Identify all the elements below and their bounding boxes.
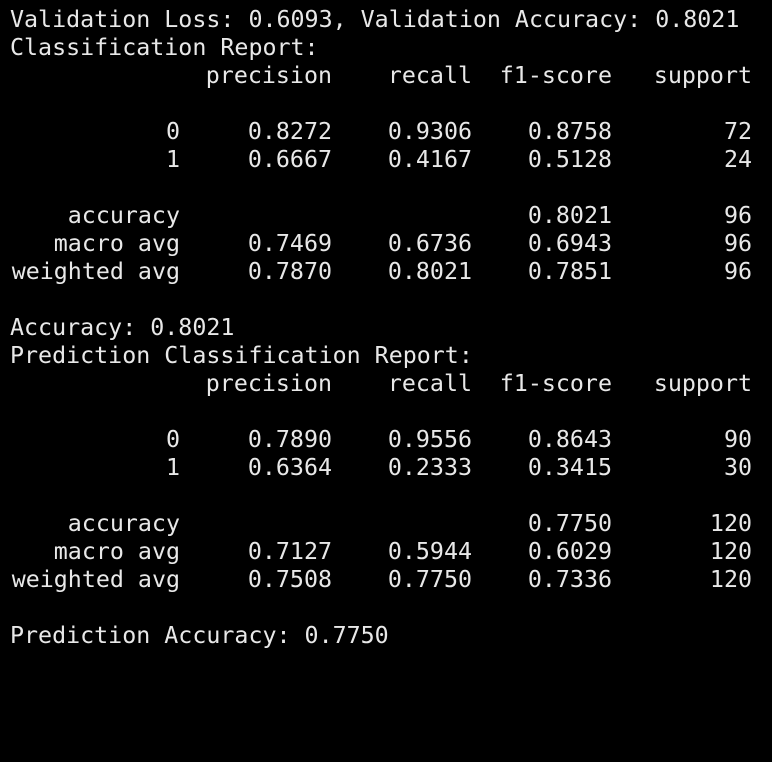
row-label: macro avg (53, 538, 180, 565)
row-recall: 0.9306 (387, 118, 472, 145)
row-f1: 0.8021 (527, 202, 612, 229)
row-precision: 0.7870 (247, 258, 332, 285)
row-support: 120 (709, 538, 752, 565)
row-recall: 0.2333 (387, 454, 472, 481)
accuracy-line: Accuracy: 0.8021 (10, 314, 235, 341)
validation-line: Validation Loss: 0.6093, Validation Accu… (10, 6, 740, 33)
table-row-weighted-avg: weighted avg 0.7508 0.7750 0.7336 120 (10, 566, 772, 594)
table-row: 0 0.7890 0.9556 0.8643 90 (10, 426, 772, 454)
row-recall: 0.5944 (387, 538, 472, 565)
row-precision: 0.7890 (247, 426, 332, 453)
table-row-macro-avg: macro avg 0.7127 0.5944 0.6029 120 (10, 538, 772, 566)
table-row-accuracy: accuracy 0.7750 120 (10, 510, 772, 538)
row-f1: 0.7336 (527, 566, 612, 593)
row-support: 120 (709, 566, 752, 593)
header-recall: recall (387, 62, 472, 89)
table-row-accuracy: accuracy 0.8021 96 (10, 202, 772, 230)
terminal-output: Validation Loss: 0.6093, Validation Accu… (0, 0, 772, 650)
header-support: support (653, 62, 752, 89)
row-label: accuracy (67, 202, 180, 229)
row-f1: 0.7750 (527, 510, 612, 537)
header-precision: precision (205, 370, 332, 397)
row-support: 96 (723, 258, 752, 285)
row-f1: 0.5128 (527, 146, 612, 173)
row-recall: 0.8021 (387, 258, 472, 285)
table-row: 1 0.6667 0.4167 0.5128 24 (10, 146, 772, 174)
row-precision: 0.7508 (247, 566, 332, 593)
row-support: 90 (723, 426, 752, 453)
report1-title: Classification Report: (10, 34, 319, 61)
row-f1: 0.8758 (527, 118, 612, 145)
row-label: accuracy (67, 510, 180, 537)
row-precision: 0.7127 (247, 538, 332, 565)
prediction-accuracy-line: Prediction Accuracy: 0.7750 (10, 622, 389, 649)
row-precision: 0.8272 (247, 118, 332, 145)
header-f1-score: f1-score (499, 62, 612, 89)
row-recall: 0.4167 (387, 146, 472, 173)
row-precision: 0.6667 (247, 146, 332, 173)
row-f1: 0.6943 (527, 230, 612, 257)
row-recall: 0.9556 (387, 426, 472, 453)
table-row-macro-avg: macro avg 0.7469 0.6736 0.6943 96 (10, 230, 772, 258)
row-recall: 0.6736 (387, 230, 472, 257)
row-label: weighted avg (11, 258, 180, 285)
header-f1-score: f1-score (499, 370, 612, 397)
header-support: support (653, 370, 752, 397)
row-label: 0 (165, 426, 180, 453)
table-row: 1 0.6364 0.2333 0.3415 30 (10, 454, 772, 482)
row-support: 24 (723, 146, 752, 173)
report1-header-row: precision recall f1-score support (10, 62, 772, 90)
row-f1: 0.7851 (527, 258, 612, 285)
report2-header-row: precision recall f1-score support (10, 370, 772, 398)
row-support: 72 (723, 118, 752, 145)
report2-title: Prediction Classification Report: (10, 342, 473, 369)
header-precision: precision (205, 62, 332, 89)
row-recall: 0.7750 (387, 566, 472, 593)
row-f1: 0.3415 (527, 454, 612, 481)
table-row-weighted-avg: weighted avg 0.7870 0.8021 0.7851 96 (10, 258, 772, 286)
row-f1: 0.8643 (527, 426, 612, 453)
row-label: 1 (165, 146, 180, 173)
row-f1: 0.6029 (527, 538, 612, 565)
row-support: 120 (709, 510, 752, 537)
row-label: weighted avg (11, 566, 180, 593)
row-support: 30 (723, 454, 752, 481)
table-row: 0 0.8272 0.9306 0.8758 72 (10, 118, 772, 146)
header-recall: recall (387, 370, 472, 397)
row-support: 96 (723, 202, 752, 229)
row-support: 96 (723, 230, 752, 257)
row-precision: 0.7469 (247, 230, 332, 257)
row-precision: 0.6364 (247, 454, 332, 481)
row-label: 0 (165, 118, 180, 145)
row-label: 1 (165, 454, 180, 481)
row-label: macro avg (53, 230, 180, 257)
